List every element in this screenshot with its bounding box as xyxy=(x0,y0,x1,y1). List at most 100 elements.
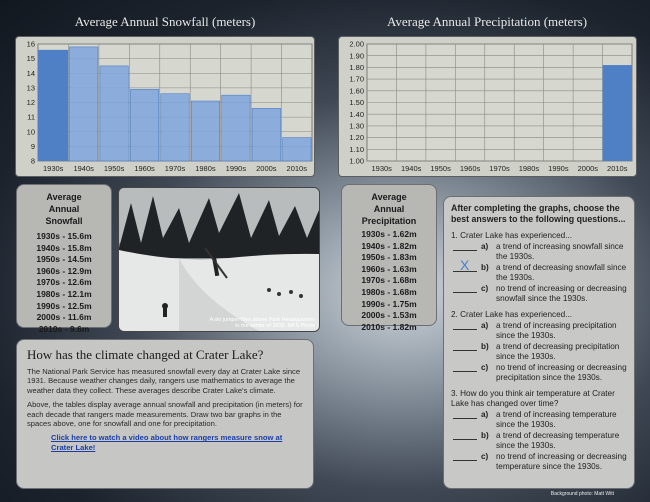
question-1-option-a[interactable]: a) a trend of increasing snowfall since t… xyxy=(444,242,634,262)
precipitation-table-row: 2010s - 1.82m xyxy=(361,321,417,332)
x-tick-label: 1950s xyxy=(430,164,451,173)
question-3-option-b[interactable]: b) a trend of decreasing temperature sinc… xyxy=(444,431,634,451)
answer-mark: X xyxy=(460,257,470,273)
precipitation-table-row: 1960s - 1.63m xyxy=(361,263,417,274)
x-tick-label: 1980s xyxy=(519,164,540,173)
y-tick-label: 10 xyxy=(27,127,35,136)
y-tick-label: 1.10 xyxy=(349,145,364,154)
precipitation-table-title: Average Annual Precipitation xyxy=(361,192,417,226)
y-tick-label: 1.60 xyxy=(349,86,364,95)
bar-1990s xyxy=(221,94,251,162)
answer-blank[interactable] xyxy=(453,329,477,330)
snowfall-table-row: 1960s - 12.9m xyxy=(36,265,92,276)
question-3-option-c[interactable]: c) no trend of increasing or decreasing t… xyxy=(444,452,634,472)
y-tick-label: 11 xyxy=(27,113,35,122)
snowfall-table-row: 2010s - 9.6m xyxy=(38,323,90,334)
option-letter: c) xyxy=(481,284,489,293)
question-2-option-b[interactable]: b) a trend of decreasing precipitation si… xyxy=(444,342,634,362)
answer-blank[interactable] xyxy=(453,460,477,461)
precipitation-table: Average Annual Precipitation 1930s - 1.6… xyxy=(341,184,437,332)
precipitation-chart-title: Average Annual Precipitation (meters) xyxy=(386,14,588,29)
option-letter: c) xyxy=(481,363,489,372)
option-letter: b) xyxy=(481,263,489,272)
questions-panel: After completing the graphs, choose the … xyxy=(443,196,635,489)
y-tick-label: 16 xyxy=(27,40,35,49)
option-text: a trend of increasing snowfall since the… xyxy=(496,242,624,261)
x-tick-label: 1980s xyxy=(195,164,216,173)
option-letter: b) xyxy=(481,431,489,440)
question-1: 1. Crater Lake has experienced... xyxy=(451,231,573,240)
climate-paragraph-2: Above, the tables display average annual… xyxy=(27,400,303,429)
question-2-option-a[interactable]: a) a trend of increasing precipitation si… xyxy=(444,321,634,341)
precipitation-chart-svg: 1.00 1.10 1.20 1.30 1.40 1.50 1.60 1.70 1.80 1.90… xyxy=(349,40,633,173)
answer-blank[interactable] xyxy=(453,250,477,251)
snowfall-table: Average Annual Snowfall 1930s - 15.6m 194… xyxy=(16,184,112,334)
bar-1940s xyxy=(69,46,99,162)
y-tick-label: 1.30 xyxy=(349,122,364,131)
option-letter: a) xyxy=(481,410,489,419)
answer-blank[interactable] xyxy=(453,371,477,372)
option-text: a trend of increasing temperature since … xyxy=(496,410,617,429)
x-tick-label: 1990s xyxy=(226,164,247,173)
photo-caption: A ski jumper flies above Park Headquarte… xyxy=(210,317,315,329)
y-tick-label: 13 xyxy=(27,83,35,92)
climate-info-panel: How has the climate changed at Crater La… xyxy=(16,339,314,489)
snowfall-table-row: 1980s - 12.1m xyxy=(36,288,92,299)
x-tick-label: 1930s xyxy=(372,164,393,173)
answer-blank[interactable] xyxy=(453,350,477,351)
question-1-option-c[interactable]: c) no trend of increasing or decreasing s… xyxy=(444,284,634,304)
option-text: a trend of decreasing precipitation sinc… xyxy=(496,342,620,361)
y-tick-label: 15 xyxy=(27,54,35,63)
y-tick-label: 1.80 xyxy=(349,63,364,72)
option-letter: c) xyxy=(481,452,489,461)
x-tick-label: 2010s xyxy=(287,164,308,173)
precipitation-table-row: 1970s - 1.68m xyxy=(361,275,417,286)
snowfall-chart-title: Average Annual Snowfall (meters) xyxy=(74,14,256,29)
x-tick-label: 1950s xyxy=(104,164,125,173)
snowfall-chart-svg: 8 9 10 11 12 13 14 15 16 1930s 1940s 1950s 1960s 1970… xyxy=(27,40,313,173)
precipitation-table-row: 1990s - 1.75m xyxy=(361,298,417,309)
option-text: a trend of decreasing temperature since … xyxy=(496,431,620,450)
video-link[interactable]: Click here to watch a video about how ra… xyxy=(51,433,303,452)
y-tick-label: 2.00 xyxy=(349,40,364,49)
answer-blank[interactable] xyxy=(453,292,477,293)
y-tick-label: 1.00 xyxy=(349,157,364,166)
bar-2010s xyxy=(602,65,632,161)
question-2-option-c[interactable]: c) no trend of increasing or decreasing p… xyxy=(444,363,634,383)
x-tick-label: 2010s xyxy=(607,164,628,173)
question-1-option-b[interactable]: Xb) a trend of decreasing snowfall since … xyxy=(444,257,634,283)
snowfall-table-row: 2000s - 11.6m xyxy=(36,312,92,323)
y-tick-label: 9 xyxy=(31,142,35,151)
snowfall-table-row: 1950s - 14.5m xyxy=(36,254,92,265)
snowfall-table-row: 1990s - 12.5m xyxy=(36,300,92,311)
x-tick-label: 1960s xyxy=(460,164,481,173)
y-tick-label: 1.90 xyxy=(349,51,364,60)
option-text: a trend of increasing precipitation sinc… xyxy=(496,321,617,340)
bar-1950s xyxy=(99,65,129,162)
y-tick-label: 14 xyxy=(27,69,35,78)
y-tick-label: 1.40 xyxy=(349,110,364,119)
ski-jumper-photo-image xyxy=(119,188,319,331)
x-tick-label: 2000s xyxy=(578,164,599,173)
x-tick-label: 1970s xyxy=(165,164,186,173)
precipitation-chart[interactable]: 1.00 1.10 1.20 1.30 1.40 1.50 1.60 1.70 1.80 1.90… xyxy=(338,36,637,177)
option-text: no trend of increasing or decreasing tem… xyxy=(496,452,627,471)
question-3-option-a[interactable]: a) a trend of increasing temperature sinc… xyxy=(444,410,634,430)
question-2: 2. Crater Lake has experienced... xyxy=(451,310,573,319)
x-tick-label: 1940s xyxy=(73,164,94,173)
y-tick-label: 1.70 xyxy=(349,75,364,84)
y-tick-label: 1.20 xyxy=(349,133,364,142)
bar-1930s xyxy=(38,49,69,161)
bar-2010s xyxy=(282,137,312,162)
precipitation-table-row: 1940s - 1.82m xyxy=(361,240,417,251)
snowfall-chart[interactable]: 8 9 10 11 12 13 14 15 16 1930s 1940s 1950s 1960s 1970… xyxy=(15,36,315,177)
x-tick-label: 1990s xyxy=(548,164,569,173)
answer-blank[interactable] xyxy=(453,418,477,419)
answer-blank[interactable] xyxy=(453,439,477,440)
x-tick-label: 2000s xyxy=(256,164,277,173)
snowfall-table-row: 1940s - 15.8m xyxy=(36,242,92,253)
questions-heading: After completing the graphs, choose the … xyxy=(451,203,626,224)
photo-caption-line2: in the winter of 1932. NPS Photo xyxy=(235,323,315,329)
background-photo-credit: Background photo: Matt Witt xyxy=(550,491,614,497)
snowfall-table-title: Average Annual Snowfall xyxy=(45,192,83,226)
